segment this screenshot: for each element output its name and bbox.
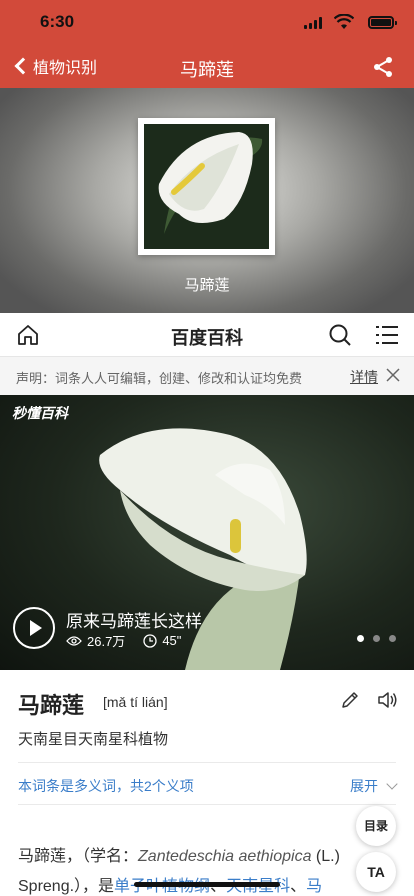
calla-lily-image: [144, 124, 269, 249]
body-prefix: 马蹄莲，（学名：: [18, 848, 139, 865]
top-navbar: 植物识别 马蹄莲: [0, 44, 414, 88]
share-icon[interactable]: [372, 56, 394, 78]
battery-icon: [368, 16, 397, 29]
wifi-icon: [334, 14, 354, 29]
carousel-dot[interactable]: [357, 635, 364, 642]
chevron-down-icon: [386, 778, 398, 790]
expand-button[interactable]: 展开: [350, 776, 398, 796]
disclaimer-bar: 声明：词条人人可编辑，创建、修改和认证均免费 详情: [0, 357, 414, 395]
speaker-icon[interactable]: [376, 689, 398, 711]
baike-header: 百度百科: [0, 313, 414, 357]
divider: [18, 762, 396, 763]
expand-label: 展开: [350, 778, 378, 794]
clock-icon: [143, 633, 157, 648]
home-indicator: [134, 882, 280, 887]
close-icon[interactable]: [386, 368, 400, 382]
play-button[interactable]: [13, 607, 55, 649]
body-sep: 、: [290, 878, 307, 895]
table-of-contents-button[interactable]: 目录: [356, 806, 396, 846]
video-meta: 26.7万 45": [66, 631, 181, 650]
menu-icon[interactable]: [376, 324, 398, 346]
polysemy-link[interactable]: 本词条是多义词，共2个义项: [18, 776, 194, 796]
status-bar: 6:30: [0, 0, 414, 44]
video-player[interactable]: 秒懂百科 原来马蹄莲长这样 26.7万 45": [0, 395, 414, 670]
edit-icon[interactable]: [340, 690, 360, 710]
page-title: 马蹄莲: [180, 60, 234, 80]
video-views: 26.7万: [87, 634, 126, 649]
video-brand-logo: 秒懂百科: [12, 405, 68, 421]
genus-link[interactable]: 马: [306, 878, 322, 895]
carousel-dot[interactable]: [373, 635, 380, 642]
entry-description: 天南星目天南星科植物: [18, 731, 169, 748]
font-size-button[interactable]: TA: [356, 852, 396, 892]
divider: [18, 804, 396, 805]
disclaimer-text: 声明：词条人人可编辑，创建、修改和认证均免费: [16, 371, 303, 386]
status-time: 6:30: [40, 12, 75, 31]
video-title: 原来马蹄莲长这样: [66, 612, 202, 631]
plant-thumbnail: [138, 118, 275, 255]
hero-caption: 马蹄莲: [184, 277, 230, 294]
entry-content: 马蹄莲 [mǎ tí lián] 天南星目天南星科植物 本词条是多义词，共2个义…: [0, 670, 414, 896]
calla-lily-video-frame: [99, 428, 307, 670]
cellular-signal-icon: [304, 17, 322, 29]
video-duration: 45": [162, 633, 182, 648]
hero-banner: 马蹄莲: [0, 88, 414, 313]
carousel-dots: [348, 635, 396, 642]
search-icon[interactable]: [328, 323, 352, 347]
entry-body-text: 马蹄莲，（学名：Zantedeschia aethiopica (L.) Spr…: [18, 842, 398, 896]
carousel-dot[interactable]: [389, 635, 396, 642]
entry-name: 马蹄莲: [18, 693, 85, 718]
entry-pinyin: [mǎ tí lián]: [103, 694, 168, 710]
detail-link[interactable]: 详情: [350, 367, 378, 387]
latin-name: Zantedeschia aethiopica: [138, 848, 312, 865]
eye-icon: [66, 635, 82, 646]
